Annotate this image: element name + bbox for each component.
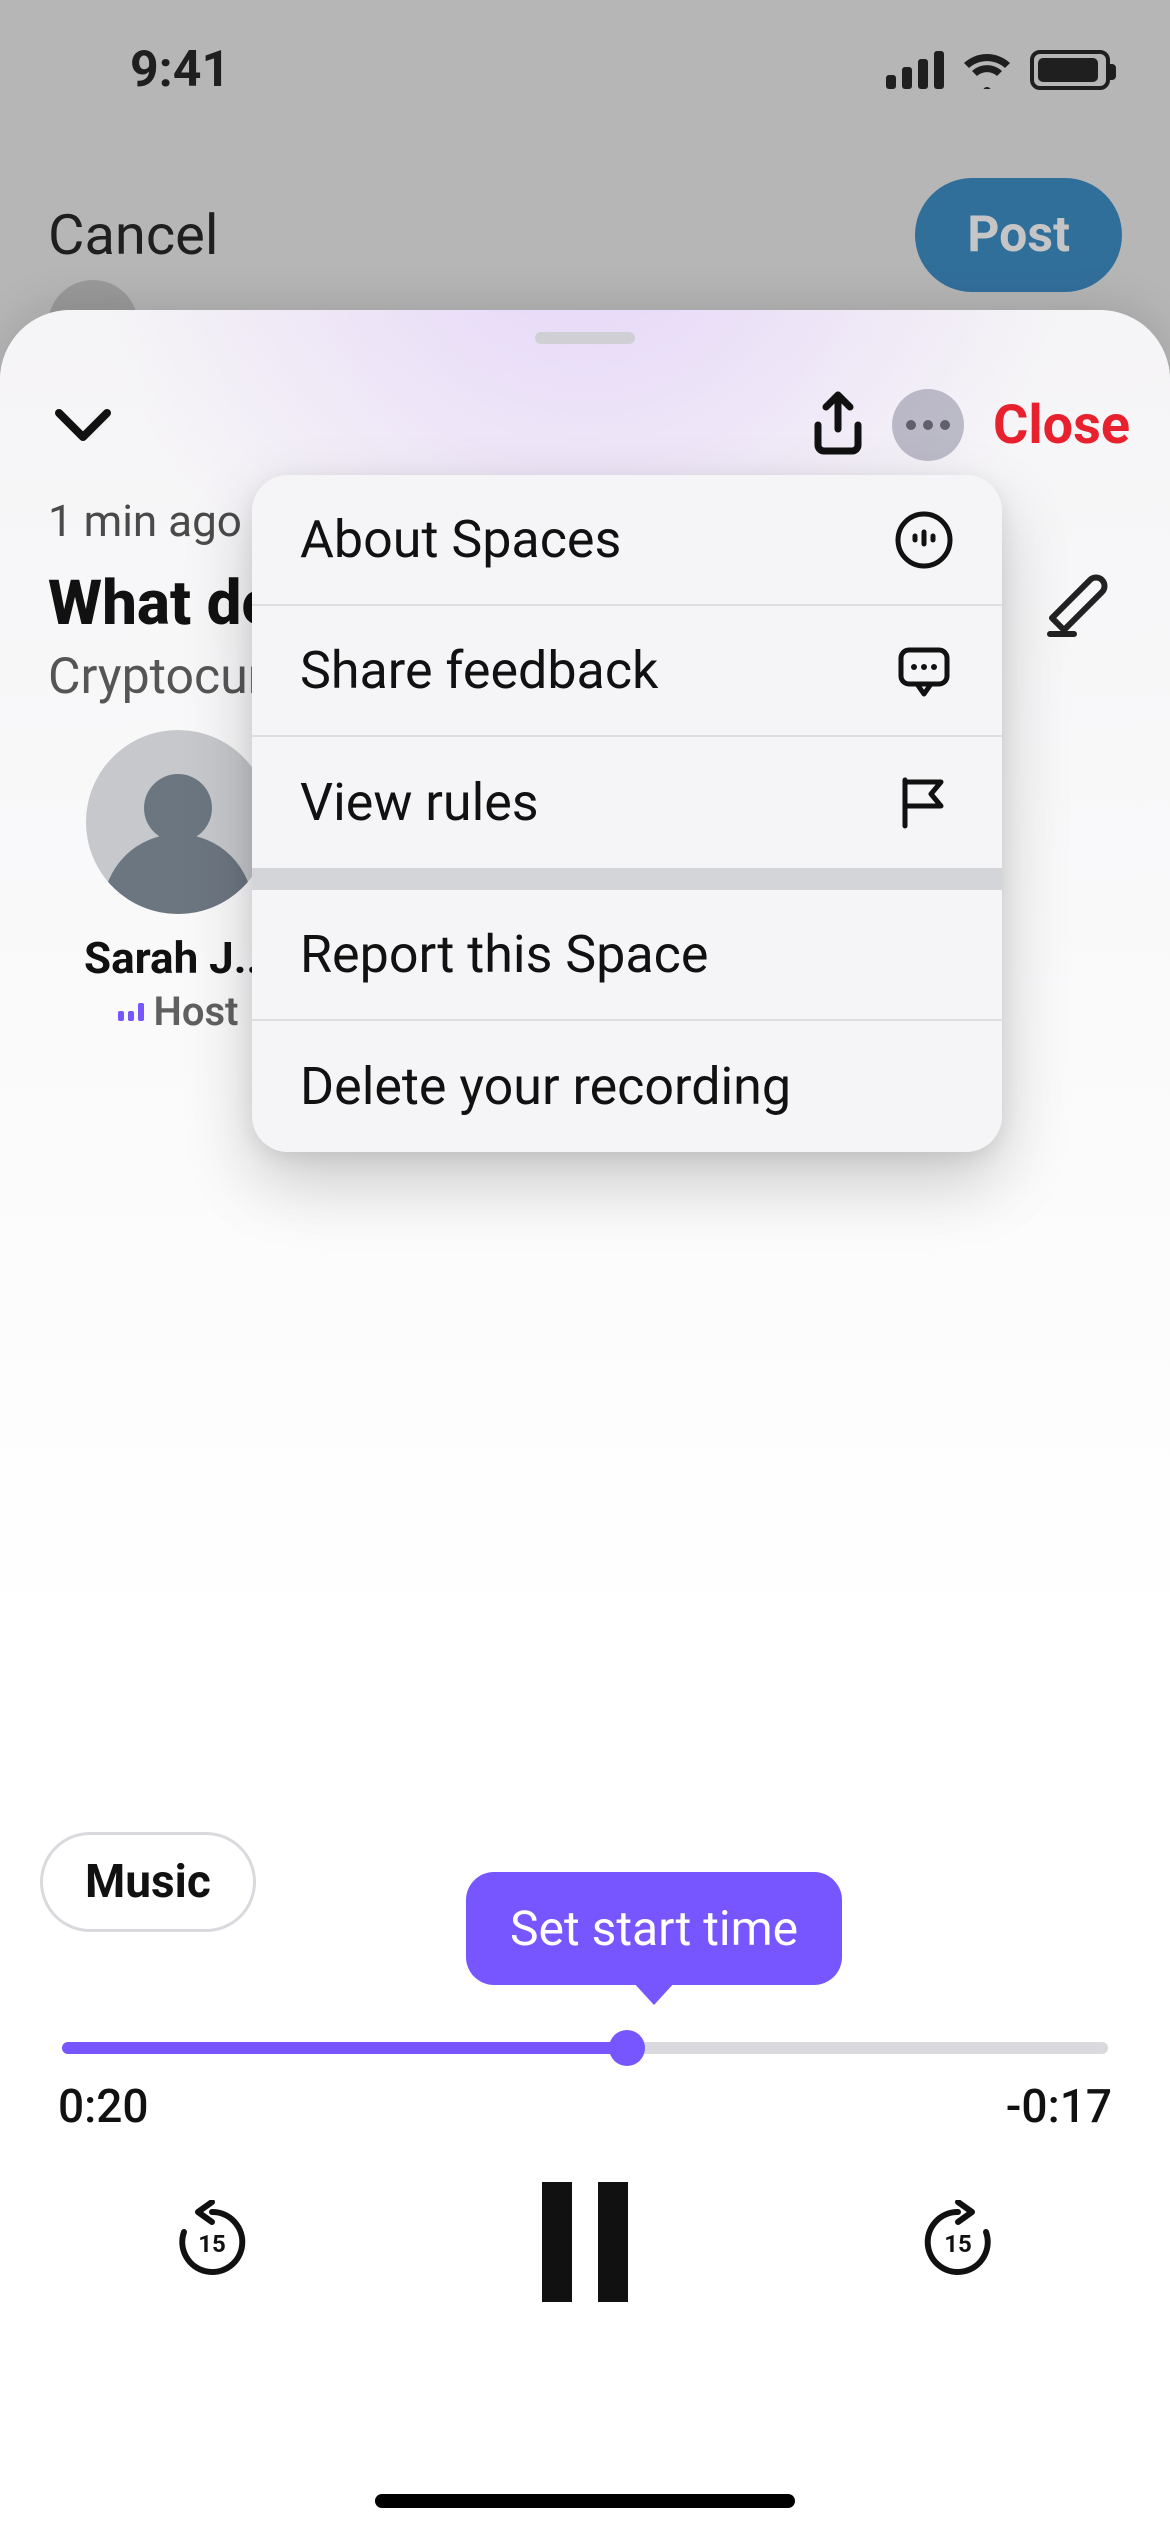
spaces-sheet: Close 1 min ago What do Cryptocur Sarah … xyxy=(0,310,1170,2532)
host-role-row: Host xyxy=(118,988,239,1035)
more-icon xyxy=(892,389,964,461)
audio-controls: Music Set start time 0:20 -0:17 15 xyxy=(0,1832,1170,2532)
menu-item-report-space[interactable]: Report this Space xyxy=(252,890,1002,1021)
svg-text:15: 15 xyxy=(944,2230,972,2258)
pencil-icon xyxy=(1042,570,1112,640)
menu-item-about-spaces[interactable]: About Spaces xyxy=(252,475,1002,606)
more-button[interactable] xyxy=(883,380,973,470)
scrubber-thumb[interactable] xyxy=(609,2030,645,2066)
sheet-grabber[interactable] xyxy=(535,332,635,344)
menu-item-label: Delete your recording xyxy=(300,1056,791,1117)
time-elapsed: 0:20 xyxy=(58,2080,149,2134)
host-name: Sarah J... xyxy=(84,932,272,984)
menu-item-label: View rules xyxy=(300,772,539,833)
menu-item-delete-recording[interactable]: Delete your recording xyxy=(252,1021,1002,1152)
pause-icon xyxy=(542,2182,572,2302)
pause-icon xyxy=(598,2182,628,2302)
menu-item-label: Share feedback xyxy=(300,640,658,701)
scrubber[interactable] xyxy=(62,2026,1108,2066)
chat-icon xyxy=(894,641,954,701)
transport-controls: 15 15 xyxy=(0,2182,1170,2302)
menu-item-label: Report this Space xyxy=(300,924,708,985)
time-remaining: -0:17 xyxy=(1006,2080,1112,2134)
set-start-time-tooltip[interactable]: Set start time xyxy=(466,1872,842,1985)
share-icon xyxy=(808,391,868,459)
speaking-indicator-icon xyxy=(118,1003,144,1021)
menu-item-share-feedback[interactable]: Share feedback xyxy=(252,606,1002,737)
svg-text:15: 15 xyxy=(198,2230,226,2258)
home-indicator[interactable] xyxy=(375,2494,795,2508)
mic-circle-icon xyxy=(894,510,954,570)
host-role: Host xyxy=(154,988,239,1035)
pause-button[interactable] xyxy=(525,2182,645,2302)
time-labels: 0:20 -0:17 xyxy=(58,2080,1112,2134)
chevron-down-icon xyxy=(55,407,111,443)
skip-forward-icon: 15 xyxy=(916,2200,1000,2284)
host-avatar xyxy=(86,730,270,914)
sheet-toolbar: Close xyxy=(0,370,1170,480)
skip-back-icon: 15 xyxy=(170,2200,254,2284)
edit-button[interactable] xyxy=(1042,570,1122,650)
skip-back-15-button[interactable]: 15 xyxy=(170,2200,254,2284)
collapse-button[interactable] xyxy=(48,390,118,460)
menu-separator xyxy=(252,868,1002,890)
close-button[interactable]: Close xyxy=(973,394,1130,457)
skip-forward-15-button[interactable]: 15 xyxy=(916,2200,1000,2284)
music-chip[interactable]: Music xyxy=(40,1832,256,1932)
flag-icon xyxy=(894,773,954,833)
menu-item-label: About Spaces xyxy=(300,509,621,570)
scrubber-fill xyxy=(62,2042,627,2054)
menu-item-view-rules[interactable]: View rules xyxy=(252,737,1002,868)
share-button[interactable] xyxy=(793,380,883,470)
options-menu: About Spaces Share feedback xyxy=(252,475,1002,1152)
